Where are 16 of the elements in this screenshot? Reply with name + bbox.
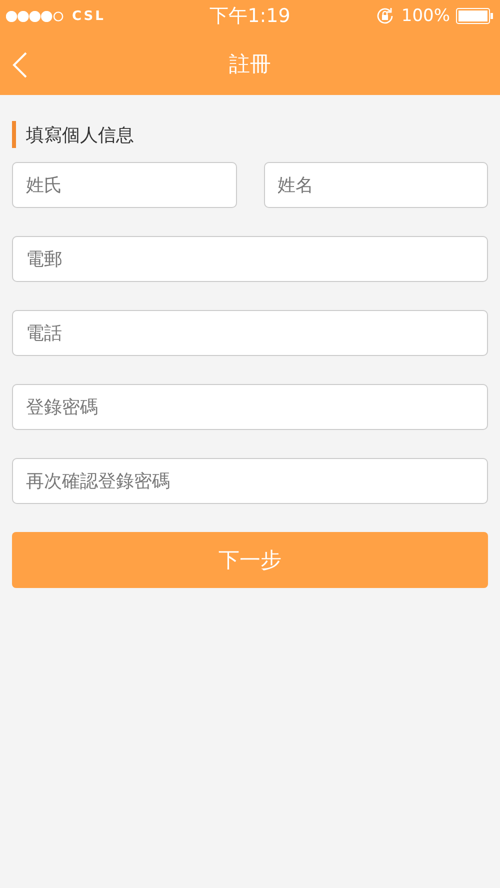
- input-field[interactable]: 再次確認登錄密碼: [12, 458, 488, 504]
- battery-percent: 100%: [401, 6, 450, 26]
- input-field[interactable]: 電話: [12, 310, 488, 356]
- signal-icon: [6, 10, 64, 22]
- input-field[interactable]: 登錄密碼: [12, 384, 488, 430]
- back-icon[interactable]: [12, 52, 28, 78]
- next-button[interactable]: 下一步: [12, 532, 488, 588]
- section-title: 填寫個人信息: [26, 124, 134, 146]
- input-field[interactable]: 姓氏: [12, 162, 236, 208]
- battery-icon: [456, 8, 494, 24]
- input-field[interactable]: 電郵: [12, 236, 488, 282]
- clock: 下午1:19: [210, 4, 290, 29]
- carrier-name: CSL: [72, 8, 106, 24]
- rotation-lock-icon: [375, 6, 396, 26]
- page-title: 註冊: [229, 50, 271, 78]
- input-field[interactable]: 姓名: [264, 162, 488, 208]
